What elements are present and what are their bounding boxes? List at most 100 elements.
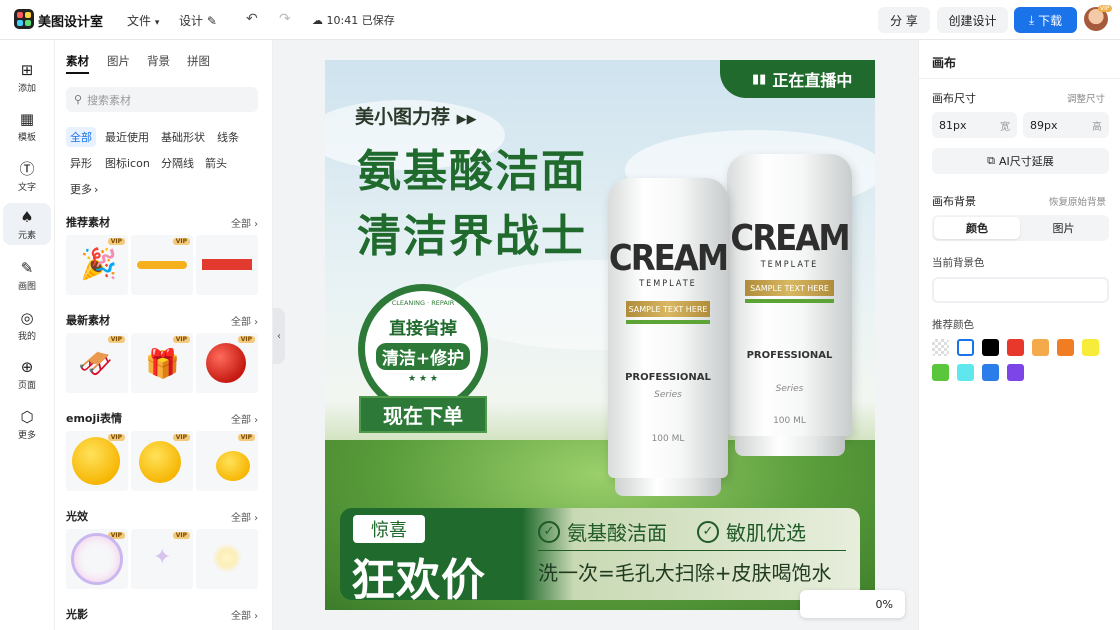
asset-tile-red-bar[interactable] <box>196 235 258 295</box>
design-canvas[interactable]: ▮▮ 正在直播中 美小图力荐 ▶▶ 氨基酸洁面 清洁界战士 CLEANING · … <box>325 60 875 610</box>
segment-color[interactable]: 颜色 <box>934 217 1020 239</box>
asset-tile-snowglobe-gift[interactable]: VIP 🎁 <box>131 333 193 393</box>
nav-add[interactable]: ⊞ 添加 <box>3 56 51 98</box>
nav-more[interactable]: ⬡ 更多 <box>3 403 51 445</box>
double-play-icon: ▶▶ <box>456 112 477 127</box>
swatch-blue[interactable] <box>982 364 999 381</box>
swatch-cyan[interactable] <box>957 364 974 381</box>
cube-icon: ⬡ <box>20 407 34 426</box>
headline-line1[interactable]: 氨基酸洁面 <box>357 135 587 199</box>
gift-icon: 🎁 <box>145 347 180 380</box>
cloud-icon: ☁ <box>312 14 323 27</box>
see-all-link[interactable]: 全部 › <box>231 607 258 622</box>
asset-tile-emoji-shocked[interactable]: VIP <box>66 431 128 491</box>
chip-basic-shapes[interactable]: 基础形状 <box>157 127 209 147</box>
chip-lines[interactable]: 线条 <box>213 127 243 147</box>
swatch-light-orange[interactable] <box>1032 339 1049 356</box>
chip-dividers[interactable]: 分隔线 <box>157 153 198 173</box>
chip-irregular[interactable]: 异形 <box>66 153 96 173</box>
share-button[interactable]: 分 享 <box>878 7 930 33</box>
resize-link[interactable]: 调整尺寸 <box>1067 91 1105 105</box>
collapse-panel-button[interactable]: ‹ <box>273 308 285 364</box>
tab-backgrounds[interactable]: 背景 <box>147 53 170 69</box>
see-all-link[interactable]: 全部 › <box>231 313 258 328</box>
wash-benefit-text[interactable]: 洗一次=毛孔大扫除+皮肤喝饱水 <box>538 557 832 586</box>
download-icon: ⤓ <box>1028 12 1035 27</box>
live-tag[interactable]: ▮▮ 正在直播中 <box>720 60 875 98</box>
order-now-button[interactable]: 现在下单 <box>359 396 487 433</box>
badge-line2: 清洁+修护 <box>375 343 471 370</box>
zoom-indicator[interactable]: 0% <box>800 590 905 618</box>
chip-icons[interactable]: 图标icon <box>101 153 154 173</box>
see-all-link[interactable]: 全部 › <box>231 509 258 524</box>
asset-tile-sparkle[interactable]: VIP ✦ <box>131 529 193 589</box>
vip-badge: VIP <box>172 434 190 441</box>
undo-icon[interactable]: ↶ <box>246 11 258 27</box>
feature-sensitive-skin[interactable]: ✓ 敏肌优选 <box>697 517 806 546</box>
template-icon: ▦ <box>19 109 35 128</box>
carnival-price-text[interactable]: 狂欢价 <box>351 544 486 608</box>
current-bg-color-field[interactable] <box>932 277 1109 303</box>
nav-draw[interactable]: ✎ 画图 <box>3 254 51 296</box>
section-title: 光影 <box>66 608 88 621</box>
user-icon: ◎ <box>20 308 34 327</box>
nav-template[interactable]: ▦ 模板 <box>3 105 51 147</box>
swatch-green[interactable] <box>932 364 949 381</box>
asset-tile-apple[interactable]: VIP <box>196 333 258 393</box>
tab-collage[interactable]: 拼图 <box>187 53 210 69</box>
section-title: 最新素材 <box>66 314 110 327</box>
recommended-colors-label: 推荐颜色 <box>932 319 974 331</box>
swatch-red[interactable] <box>1007 339 1024 356</box>
asset-tile-emoji-thinking[interactable]: VIP <box>131 431 193 491</box>
tab-materials[interactable]: 素材 <box>66 53 89 74</box>
restore-bg-link[interactable]: 恢复原始背景 <box>1049 194 1106 208</box>
properties-panel: 画布 画布尺寸 调整尺寸 81px 宽 89px 高 ⧉ AI尺寸延展 画布背景 … <box>918 40 1120 630</box>
tab-images[interactable]: 图片 <box>107 53 130 69</box>
recommend-text[interactable]: 美小图力荐 ▶▶ <box>355 102 477 129</box>
chip-more[interactable]: 更多 › <box>66 179 102 199</box>
product-tube-back[interactable]: CREAM TEMPLATE SAMPLE TEXT HERE PROFESSI… <box>727 154 852 436</box>
badge-stars: ★ ★ ★ <box>408 374 438 384</box>
see-all-link[interactable]: 全部 › <box>231 411 258 426</box>
swatch-orange[interactable] <box>1057 339 1074 356</box>
swatch-yellow[interactable] <box>1082 339 1099 356</box>
chip-recent[interactable]: 最近使用 <box>101 127 153 147</box>
swatch-white[interactable] <box>957 339 974 356</box>
nav-pages[interactable]: ⊕ 页面 <box>3 353 51 395</box>
design-name[interactable]: 设计 ✎ <box>179 12 217 29</box>
surprise-tag[interactable]: 惊喜 <box>353 515 425 543</box>
headline-line2[interactable]: 清洁界战士 <box>357 200 587 264</box>
asset-tile-bubble[interactable]: VIP <box>66 529 128 589</box>
search-input[interactable]: ⚲ 搜索素材 <box>66 87 258 112</box>
swatch-transparent[interactable] <box>932 339 949 356</box>
segment-image[interactable]: 图片 <box>1020 217 1107 239</box>
asset-tile-sleigh[interactable]: VIP 🛷 <box>66 333 128 393</box>
nav-text[interactable]: Ⓣ 文字 <box>3 155 51 197</box>
create-design-button[interactable]: 创建设计 <box>937 7 1008 33</box>
height-field[interactable]: 89px 高 <box>1023 112 1109 138</box>
file-menu[interactable]: 文件 ▾ <box>127 12 159 29</box>
product-tube-front[interactable]: CREAM TEMPLATE SAMPLE TEXT HERE PROFESSI… <box>608 178 729 478</box>
nav-elements[interactable]: ♠ 元素 <box>3 203 51 245</box>
chip-all[interactable]: 全部 <box>66 127 96 147</box>
app-logo-icon[interactable] <box>14 9 34 29</box>
promo-badge[interactable]: CLEANING · REPAIR 直接省掉 清洁+修护 ★ ★ ★ <box>358 284 488 414</box>
chip-arrows[interactable]: 箭头 <box>201 153 231 173</box>
asset-tile-glow[interactable] <box>196 529 258 589</box>
download-button[interactable]: ⤓ 下载 <box>1014 7 1077 33</box>
bubble-ring-icon <box>71 533 123 585</box>
ai-size-extend-button[interactable]: ⧉ AI尺寸延展 <box>932 148 1109 174</box>
canvas-size-label: 画布尺寸 <box>932 92 976 105</box>
asset-tile-confetti[interactable]: VIP 🎉 <box>66 235 128 295</box>
brand-name[interactable]: 美图设计室 <box>38 11 103 30</box>
swatch-purple[interactable] <box>1007 364 1024 381</box>
apple-icon <box>206 343 246 383</box>
nav-mine[interactable]: ◎ 我的 <box>3 304 51 346</box>
width-field[interactable]: 81px 宽 <box>932 112 1017 138</box>
feature-amino-acid[interactable]: ✓ 氨基酸洁面 <box>538 517 667 546</box>
redo-icon[interactable]: ↷ <box>279 11 291 27</box>
asset-tile-emoji-chick[interactable]: VIP <box>196 431 258 491</box>
asset-tile-brush-stroke[interactable]: VIP <box>131 235 193 295</box>
see-all-link[interactable]: 全部 › <box>231 215 258 230</box>
swatch-black[interactable] <box>982 339 999 356</box>
